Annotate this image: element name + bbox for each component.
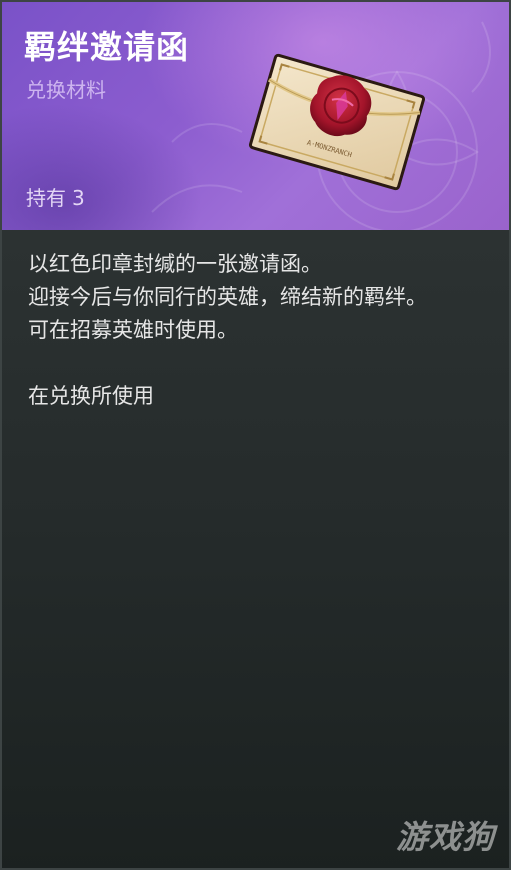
site-watermark: 游戏狗 [395, 818, 495, 856]
description-line: 迎接今后与你同行的英雄，缔结新的羁绊。 [28, 285, 427, 309]
item-header: 羁绊邀请函 兑换材料 持有 3 A·MONZRANCH [2, 2, 509, 230]
description-line: 以红色印章封缄的一张邀请函。 [28, 252, 322, 276]
owned-label: 持有 [26, 186, 66, 210]
invitation-letter-icon: A·MONZRANCH [248, 53, 426, 191]
item-description: 以红色印章封缄的一张邀请函。 迎接今后与你同行的英雄，缔结新的羁绊。 可在招募英… [28, 248, 478, 413]
owned-count: 持有 3 [26, 182, 85, 211]
usage-location: 在兑换所使用 [28, 384, 154, 408]
owned-number: 3 [72, 186, 85, 210]
description-line: 可在招募英雄时使用。 [28, 318, 238, 342]
item-detail-card: 羁绊邀请函 兑换材料 持有 3 A·MONZRANCH 以红色印章封缄的一张邀请… [0, 0, 511, 870]
item-category: 兑换材料 [26, 78, 106, 102]
item-title: 羁绊邀请函 [24, 28, 190, 66]
